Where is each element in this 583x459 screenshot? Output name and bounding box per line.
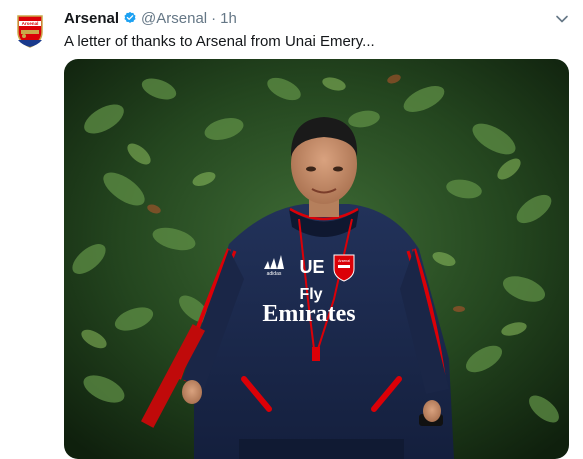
jacket-initials: UE	[299, 257, 324, 277]
sponsor-line-2: Emirates	[262, 301, 355, 327]
tweet-text: A letter of thanks to Arsenal from Unai …	[64, 33, 375, 50]
handle[interactable]: @Arsenal	[141, 10, 207, 27]
jacket-crest-icon: Arsenal	[333, 254, 355, 282]
tweet-header: Arsenal @Arsenal · 1h	[64, 8, 237, 28]
chevron-down-icon[interactable]	[555, 12, 569, 26]
avatar-label: Arsenal	[22, 21, 39, 26]
photo-image: adidas UE Arsenal Fly Emirates	[64, 59, 569, 459]
separator-dot: ·	[211, 9, 217, 27]
tweet[interactable]: Arsenal Arsenal @Arsenal · 1h A letter o…	[0, 0, 583, 459]
avatar[interactable]: Arsenal	[10, 10, 50, 50]
display-name[interactable]: Arsenal	[64, 10, 119, 27]
jacket-crest-text: Arsenal	[338, 259, 350, 263]
arsenal-crest-icon: Arsenal	[10, 10, 50, 50]
maker-text: adidas	[267, 271, 282, 277]
timestamp[interactable]: 1h	[220, 10, 237, 27]
tweet-photo[interactable]: adidas UE Arsenal Fly Emirates	[64, 59, 569, 459]
verified-badge-icon	[124, 11, 136, 23]
